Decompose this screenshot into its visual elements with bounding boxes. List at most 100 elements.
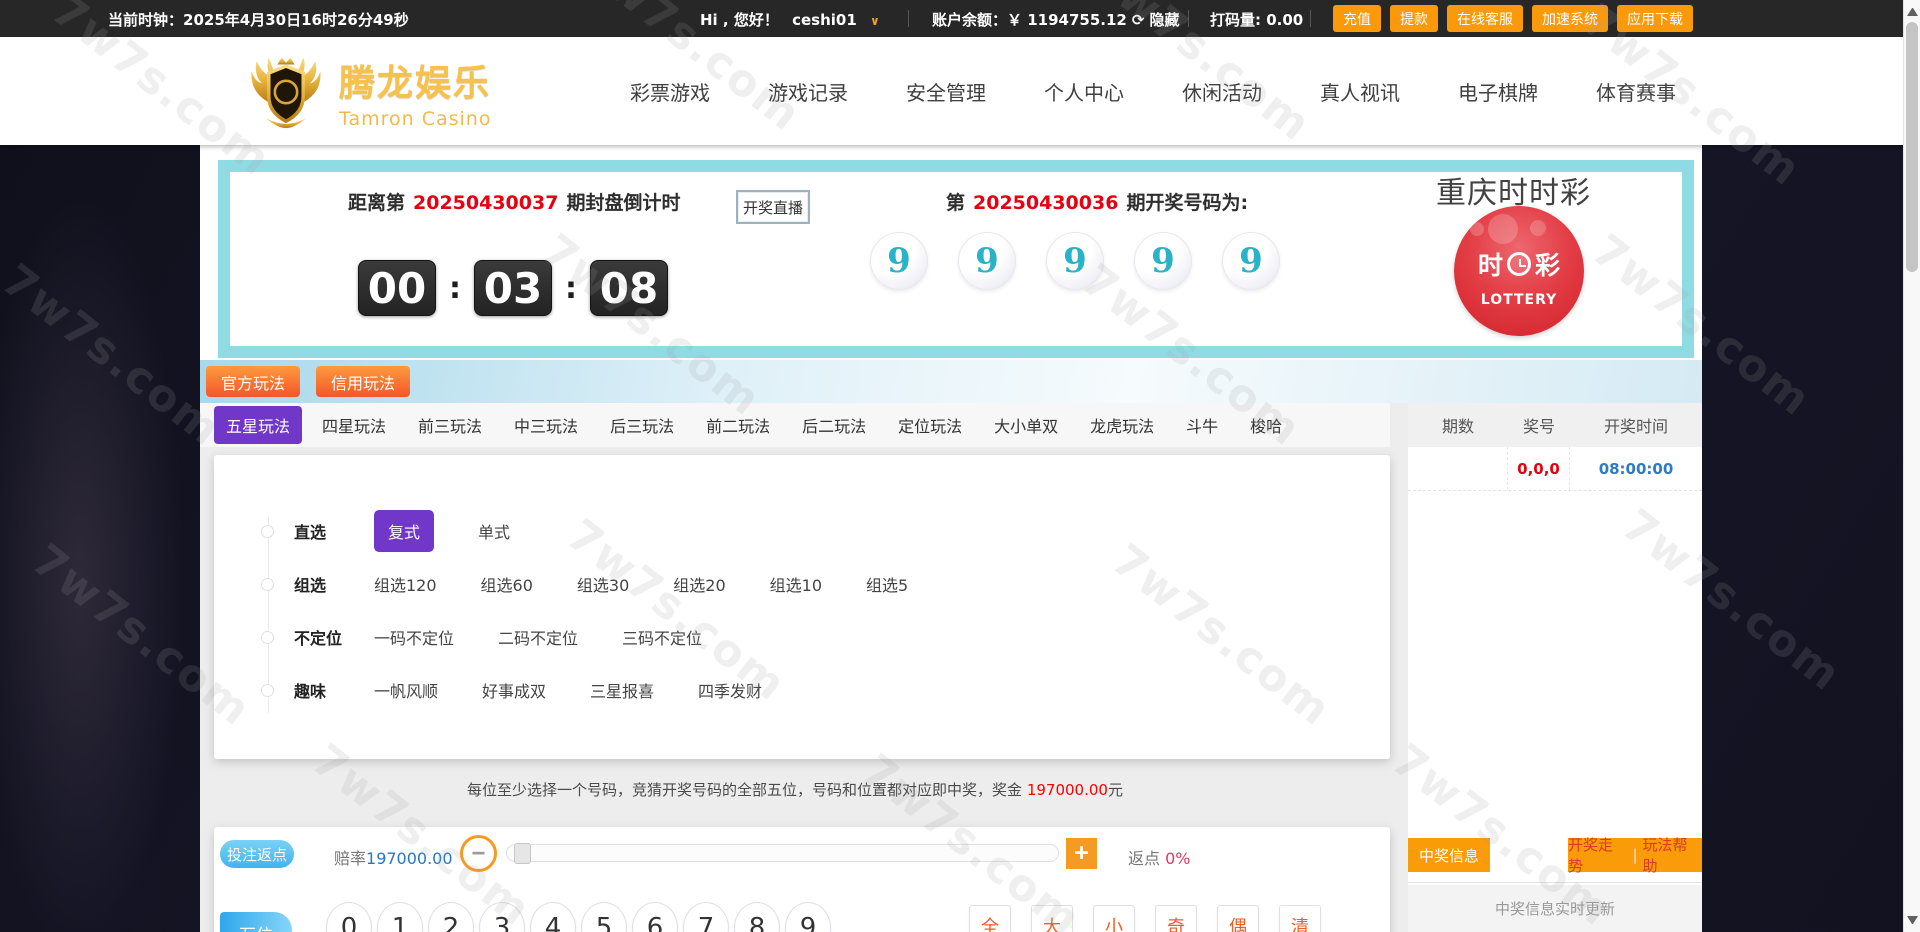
user-menu[interactable]: Hi , 您好！ ceshi01 ∨	[700, 9, 880, 30]
quick-pick-buttons: 全大小奇偶清	[969, 905, 1321, 932]
rebate-tab[interactable]: 投注返点	[220, 840, 294, 868]
bet-option[interactable]: 四季发财	[698, 678, 762, 702]
play-tab[interactable]: 前二玩法	[694, 406, 782, 444]
digit-button[interactable]: 4	[530, 902, 576, 932]
logo-bubble	[1530, 220, 1546, 236]
results-header: 期数 奖号 开奖时间	[1408, 403, 1702, 447]
quick-pick-button[interactable]: 小	[1093, 905, 1135, 932]
timer-separator: :	[565, 271, 577, 306]
win-info-button[interactable]: 中奖信息	[1408, 838, 1490, 872]
scroll-thumb[interactable]	[1906, 22, 1918, 272]
mode-button[interactable]: 官方玩法	[206, 366, 300, 397]
slider-handle[interactable]	[514, 843, 531, 864]
bet-group-label: 组选	[294, 572, 374, 596]
nav-item[interactable]: 个人中心	[1044, 77, 1124, 106]
play-tab[interactable]: 定位玩法	[886, 406, 974, 444]
bet-option[interactable]: 组选60	[481, 572, 533, 596]
play-tab[interactable]: 中三玩法	[502, 406, 590, 444]
play-tab[interactable]: 龙虎玩法	[1078, 406, 1166, 444]
timer-hours: 00	[358, 260, 436, 316]
play-tab[interactable]: 大小单双	[982, 406, 1070, 444]
timeline-dot-icon	[261, 631, 274, 644]
bet-option[interactable]: 单式	[478, 519, 510, 543]
nav-item[interactable]: 彩票游戏	[630, 77, 710, 106]
quick-pick-button[interactable]: 清	[1279, 905, 1321, 932]
bet-option[interactable]: 组选120	[374, 572, 437, 596]
play-tab[interactable]: 后二玩法	[790, 406, 878, 444]
live-stream-button[interactable]: 开奖直播	[736, 190, 810, 224]
play-tab[interactable]: 四星玩法	[310, 406, 398, 444]
increase-rebate-button[interactable]: +	[1066, 838, 1097, 869]
play-tab[interactable]: 前三玩法	[406, 406, 494, 444]
logo-text: 时 彩	[1454, 246, 1584, 282]
digit-button[interactable]: 2	[428, 902, 474, 932]
bet-option[interactable]: 复式	[374, 510, 434, 552]
bet-option[interactable]: 组选30	[577, 572, 629, 596]
play-tab[interactable]: 后三玩法	[598, 406, 686, 444]
refresh-icon[interactable]: ⟳	[1132, 11, 1145, 29]
rebate-slider[interactable]	[506, 844, 1059, 862]
digit-button[interactable]: 3	[479, 902, 525, 932]
position-tab[interactable]: 万位	[220, 912, 292, 932]
quick-pick-button[interactable]: 全	[969, 905, 1011, 932]
digit-button[interactable]: 6	[632, 902, 678, 932]
betting-column: 五星玩法四星玩法前三玩法中三玩法后三玩法前二玩法后二玩法定位玩法大小单双龙虎玩法…	[200, 403, 1390, 932]
digit-button[interactable]: 5	[581, 902, 627, 932]
help-link[interactable]: 玩法帮助	[1643, 834, 1702, 876]
digit-button[interactable]: 9	[785, 902, 831, 932]
lottery-ball: 9	[958, 232, 1016, 290]
nav-item[interactable]: 真人视讯	[1320, 77, 1400, 106]
topbar-button[interactable]: 提款	[1390, 5, 1438, 32]
nav-item[interactable]: 安全管理	[906, 77, 986, 106]
logo-subtitle: Tamron Casino	[339, 108, 491, 130]
play-tab[interactable]: 五星玩法	[214, 406, 302, 444]
topbar-button[interactable]: 加速系统	[1532, 5, 1608, 32]
trend-link[interactable]: 开奖走势	[1568, 834, 1627, 876]
nav-item[interactable]: 体育赛事	[1596, 77, 1676, 106]
mode-button[interactable]: 信用玩法	[316, 366, 410, 397]
bet-group-row: 直选复式单式	[254, 510, 510, 552]
timer-seconds: 08	[590, 260, 668, 316]
bet-option[interactable]: 二码不定位	[498, 625, 578, 649]
results-issue-cell	[1408, 447, 1508, 490]
digit-button[interactable]: 7	[683, 902, 729, 932]
results-header-cell: 期数	[1408, 413, 1508, 437]
topbar-button[interactable]: 应用下载	[1617, 5, 1693, 32]
nav-item[interactable]: 游戏记录	[768, 77, 848, 106]
quick-pick-button[interactable]: 偶	[1217, 905, 1259, 932]
timeline-dot-icon	[261, 525, 274, 538]
quick-pick-button[interactable]: 大	[1031, 905, 1073, 932]
bet-option[interactable]: 组选20	[673, 572, 725, 596]
quick-pick-button[interactable]: 奇	[1155, 905, 1197, 932]
chevron-down-icon[interactable]: ∨	[870, 14, 880, 28]
bet-option[interactable]: 一码不定位	[374, 625, 454, 649]
clock-icon	[1507, 252, 1531, 276]
play-tab[interactable]: 斗牛	[1174, 406, 1230, 444]
mode-strip: 官方玩法信用玩法	[200, 360, 1702, 403]
odds-label: 赔率	[334, 849, 366, 868]
bet-option[interactable]: 三码不定位	[622, 625, 702, 649]
scrollbar[interactable]	[1903, 0, 1920, 932]
hide-balance-link[interactable]: 隐藏	[1149, 11, 1179, 29]
bet-option[interactable]: 三星报喜	[590, 678, 654, 702]
casino-logo[interactable]: 腾龙娱乐 Tamron Casino	[243, 49, 491, 135]
decrease-rebate-button[interactable]: −	[460, 835, 497, 872]
odds: 赔率197000.00	[334, 845, 453, 869]
digit-button[interactable]: 8	[734, 902, 780, 932]
nav-item[interactable]: 休闲活动	[1182, 77, 1262, 106]
topbar-button[interactable]: 充值	[1333, 5, 1381, 32]
digit-button[interactable]: 1	[377, 902, 423, 932]
scroll-down-button[interactable]	[1907, 916, 1918, 927]
nav-item[interactable]: 电子棋牌	[1458, 77, 1538, 106]
digit-button[interactable]: 0	[326, 902, 372, 932]
bet-group-options: 组选120 组选60 组选30 组选20 组选10 组选5	[374, 572, 908, 596]
bet-option[interactable]: 组选10	[770, 572, 822, 596]
bet-option[interactable]: 好事成双	[482, 678, 546, 702]
scroll-up-button[interactable]	[1907, 5, 1918, 16]
odds-value: 197000.00	[366, 849, 453, 868]
bet-option[interactable]: 组选5	[866, 572, 908, 596]
play-tab[interactable]: 梭哈	[1238, 406, 1294, 444]
topbar-button[interactable]: 在线客服	[1447, 5, 1523, 32]
bet-option[interactable]: 一帆风顺	[374, 678, 438, 702]
timer-separator: :	[449, 271, 461, 306]
